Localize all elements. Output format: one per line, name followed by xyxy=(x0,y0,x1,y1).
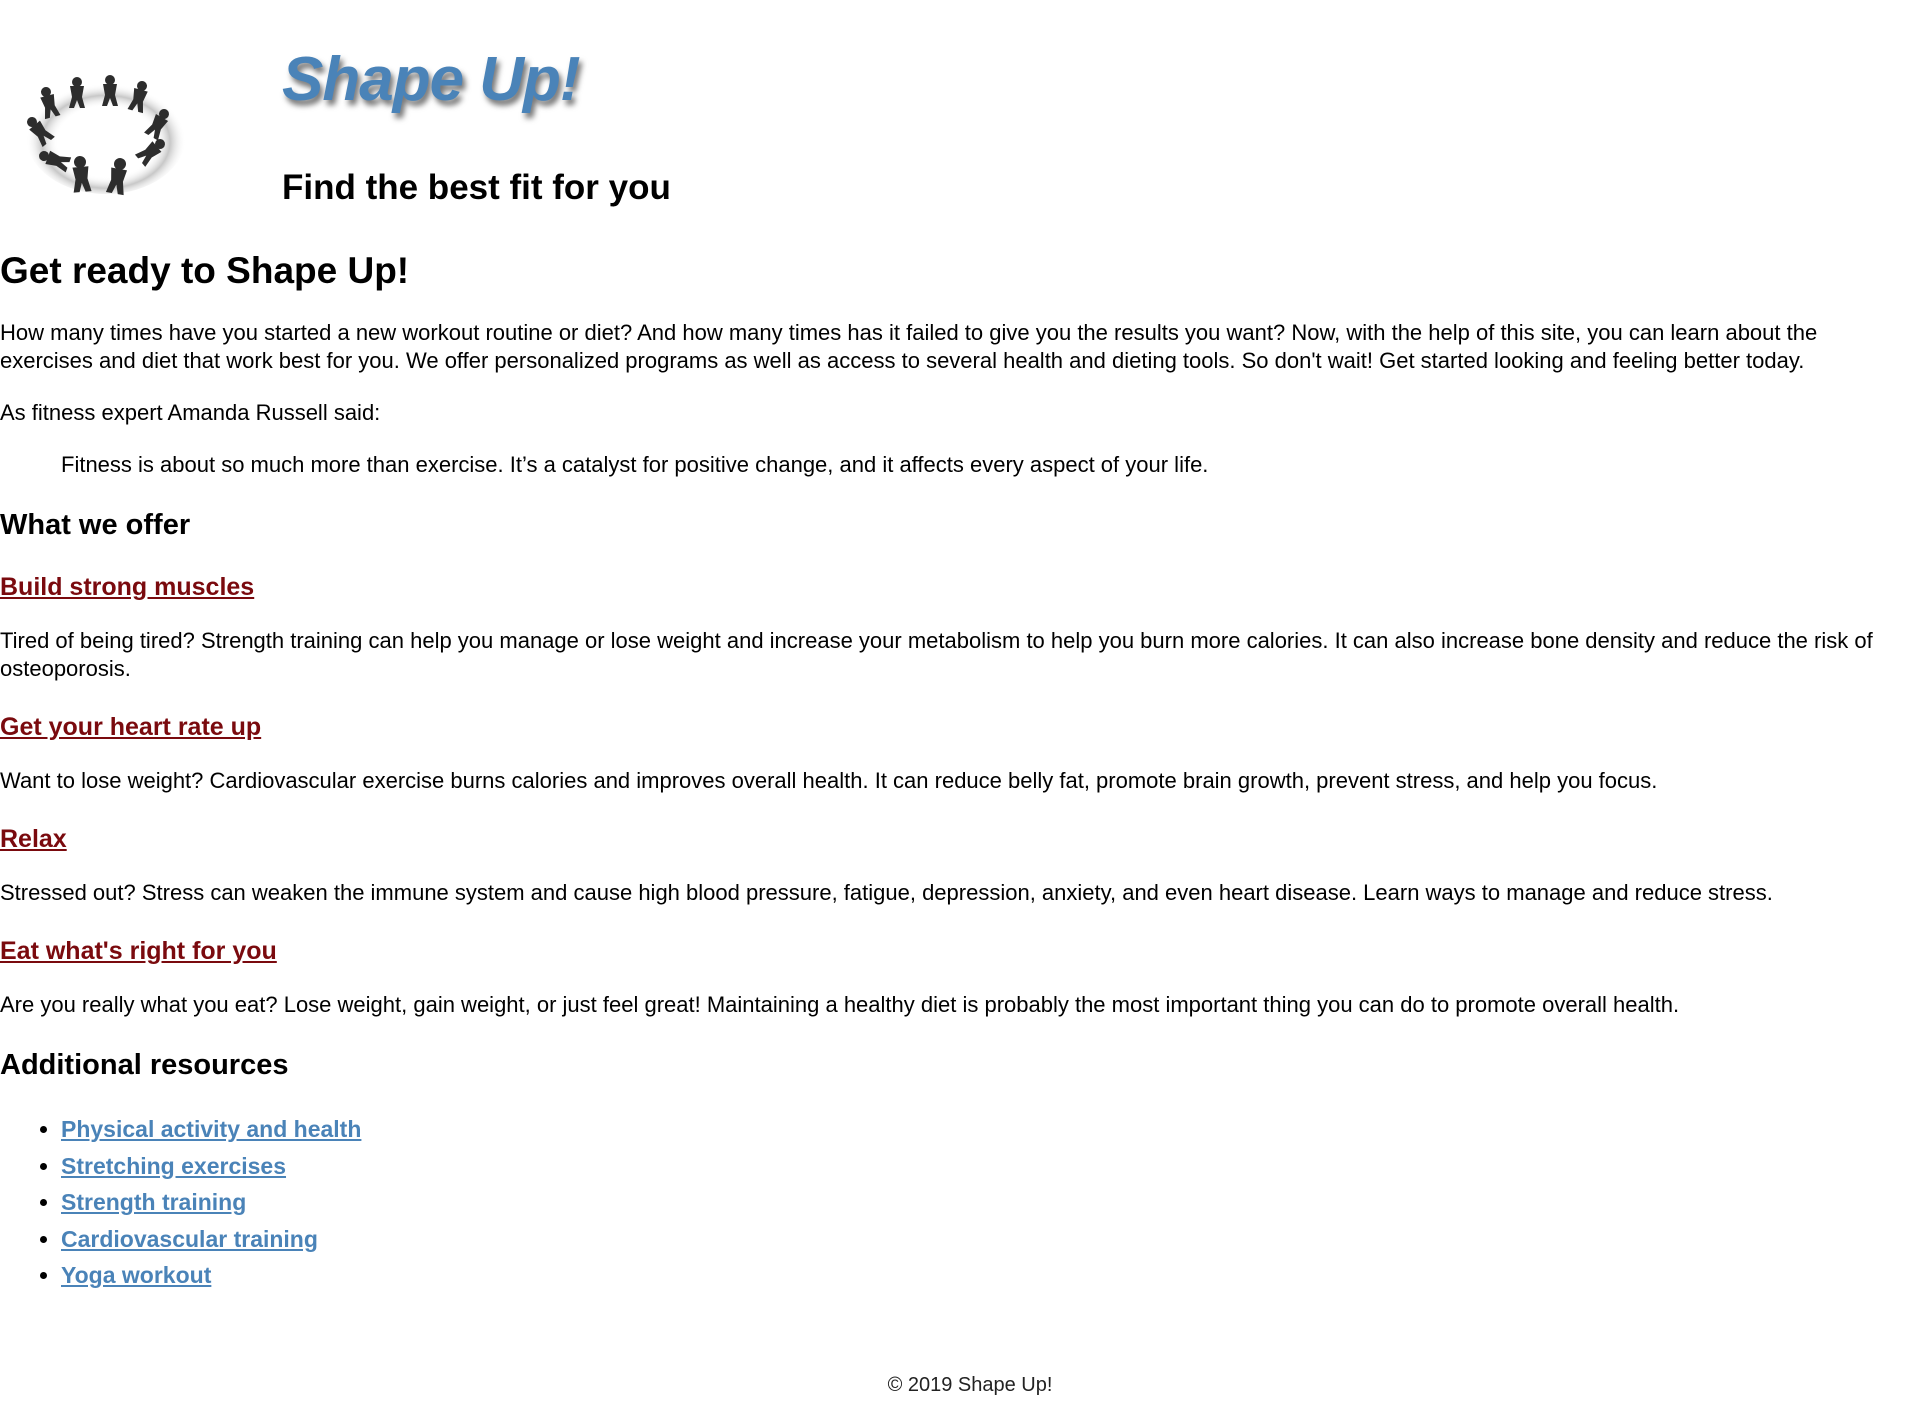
people-circle-logo-icon xyxy=(26,75,186,196)
list-item: Strength training xyxy=(61,1184,1910,1221)
offer-link-diet[interactable]: Eat what's right for you xyxy=(0,937,277,965)
list-item: Cardiovascular training xyxy=(61,1221,1910,1258)
site-header: Shape Up! Find the best fit for you xyxy=(0,0,1920,240)
offer-text-heart: Want to lose weight? Cardiovascular exer… xyxy=(0,768,1658,793)
offer-text-muscles: Tired of being tired? Strength training … xyxy=(0,628,1873,681)
resources-heading: Additional resources xyxy=(0,1049,289,1081)
offer-title-diet: Eat what's right for you xyxy=(0,935,1910,967)
resource-link-strength[interactable]: Strength training xyxy=(61,1189,246,1215)
page-heading: Get ready to Shape Up! xyxy=(0,250,410,291)
resource-link-stretching[interactable]: Stretching exercises xyxy=(61,1153,286,1179)
offer-link-relax[interactable]: Relax xyxy=(0,825,67,853)
site-footer: © 2019 Shape Up! xyxy=(887,1374,1053,1396)
resources-list: Physical activity and health Stretching … xyxy=(0,1111,1910,1294)
list-item: Physical activity and health xyxy=(61,1111,1910,1148)
resource-link-physical-activity[interactable]: Physical activity and health xyxy=(61,1116,361,1142)
main-content: Get ready to Shape Up! How many times ha… xyxy=(0,245,1910,1294)
offer-link-heart[interactable]: Get your heart rate up xyxy=(0,713,261,741)
site-title: Shape Up! xyxy=(282,45,581,114)
intro-paragraph: How many times have you started a new wo… xyxy=(0,320,1818,373)
offer-title-heart: Get your heart rate up xyxy=(0,711,1910,743)
offer-text-relax: Stressed out? Stress can weaken the immu… xyxy=(0,880,1773,905)
quote-intro: As fitness expert Amanda Russell said: xyxy=(0,400,381,425)
list-item: Stretching exercises xyxy=(61,1148,1910,1185)
site-tagline: Find the best fit for you xyxy=(282,168,671,207)
offer-title-relax: Relax xyxy=(0,823,1910,855)
resource-link-cardio[interactable]: Cardiovascular training xyxy=(61,1226,318,1252)
offer-text-diet: Are you really what you eat? Lose weight… xyxy=(0,992,1680,1017)
offer-link-muscles[interactable]: Build strong muscles xyxy=(0,573,254,601)
offer-heading: What we offer xyxy=(0,509,191,541)
offer-title-muscles: Build strong muscles xyxy=(0,571,1910,603)
list-item: Yoga workout xyxy=(61,1257,1910,1294)
fitness-quote: Fitness is about so much more than exerc… xyxy=(61,452,1209,477)
resource-link-yoga[interactable]: Yoga workout xyxy=(61,1262,211,1288)
